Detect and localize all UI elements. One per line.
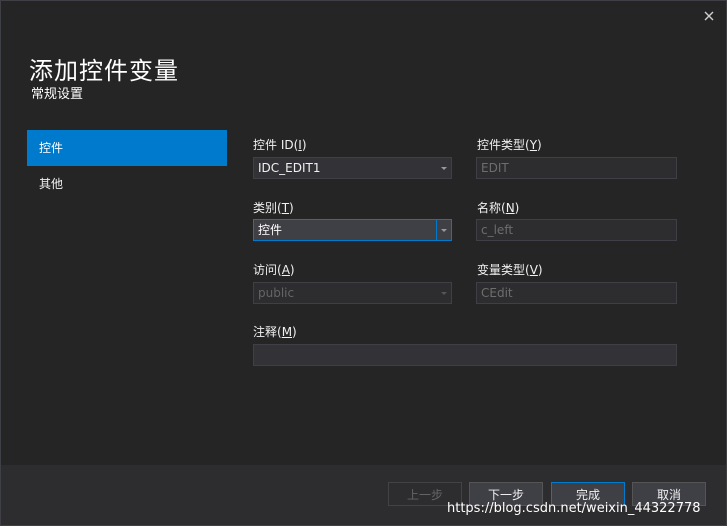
control-id-value: IDC_EDIT1 <box>258 161 321 175</box>
side-nav: 控件 其他 <box>27 130 227 202</box>
dropdown-arrow-icon <box>436 220 451 240</box>
add-control-variable-dialog: 添加控件变量 常规设置 控件 其他 控件 ID(I) IDC_EDIT1 控件类… <box>0 0 727 526</box>
dialog-title: 添加控件变量 <box>29 57 179 85</box>
access-dropdown[interactable]: public <box>253 282 452 304</box>
var-type-label: 变量类型(V) <box>477 263 543 277</box>
comment-input[interactable] <box>253 344 677 366</box>
watermark-text: https://blog.csdn.net/weixin_44322778 <box>447 501 701 516</box>
var-type-value: CEdit <box>481 286 513 300</box>
control-id-dropdown[interactable]: IDC_EDIT1 <box>253 157 452 179</box>
dialog-subtitle: 常规设置 <box>31 87 84 102</box>
dropdown-arrow-icon <box>437 283 451 303</box>
nav-item-other[interactable]: 其他 <box>27 166 227 202</box>
control-type-field[interactable]: EDIT <box>476 157 677 179</box>
category-dropdown[interactable]: 控件 <box>253 219 452 241</box>
access-label: 访问(A) <box>253 263 295 277</box>
control-type-value: EDIT <box>481 161 509 175</box>
close-button[interactable] <box>700 7 718 25</box>
category-label: 类别(T) <box>253 201 294 215</box>
name-input[interactable]: c_left <box>476 219 677 241</box>
control-id-label: 控件 ID(I) <box>253 138 307 152</box>
control-type-label: 控件类型(Y) <box>477 138 542 152</box>
dropdown-arrow-icon <box>437 158 451 178</box>
category-value: 控件 <box>258 223 283 237</box>
name-value: c_left <box>481 223 514 237</box>
var-type-field[interactable]: CEdit <box>476 282 677 304</box>
access-value: public <box>258 286 295 300</box>
comment-label: 注释(M) <box>253 325 297 339</box>
nav-item-control[interactable]: 控件 <box>27 130 227 166</box>
name-label: 名称(N) <box>477 201 520 215</box>
close-icon <box>704 11 714 21</box>
